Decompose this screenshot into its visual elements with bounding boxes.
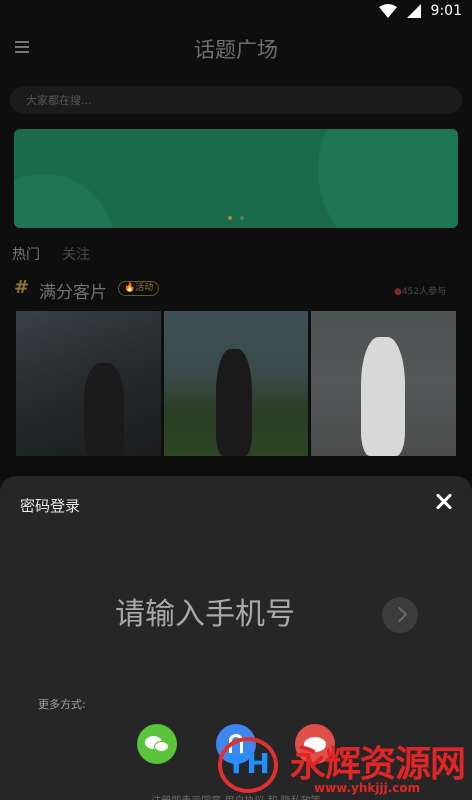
sheet-title: 密码登录 (20, 497, 81, 515)
banner-decoration (318, 129, 458, 228)
banner-carousel[interactable] (14, 129, 458, 228)
close-icon[interactable] (432, 490, 456, 514)
watermark-logo-icon: YH (218, 737, 278, 793)
activity-badge-label: 活动 (135, 283, 154, 293)
watermark-text: 永辉资源网 (290, 744, 466, 785)
photo-subject (84, 363, 124, 456)
participant-count-label: 452人参与 (401, 287, 446, 297)
phone-input[interactable] (60, 594, 350, 634)
status-bar: 9:01 (0, 0, 472, 26)
tab-bar: 热门 关注 (12, 244, 90, 264)
topic-photo[interactable] (16, 311, 161, 456)
page-title: 话题广场 (194, 38, 278, 62)
topic-name: 满分客片 (39, 283, 107, 303)
search-bar[interactable]: 大家都在搜... (10, 86, 462, 114)
topic-photos (16, 311, 457, 456)
status-time: 9:01 (430, 3, 462, 19)
topic-photo[interactable] (163, 311, 309, 456)
watermark: YH 永辉资源网 www.yhkjjj.com (218, 733, 472, 795)
app-bar: 话题广场 (0, 26, 472, 72)
tab-follow[interactable]: 关注 (62, 244, 90, 264)
carousel-dot-active[interactable] (228, 216, 232, 220)
next-button[interactable] (382, 597, 418, 633)
flame-icon: ● (393, 287, 402, 297)
photo-subject (215, 349, 252, 456)
topic-photo[interactable] (311, 311, 457, 456)
photo-subject (361, 337, 406, 456)
signal-icon (406, 4, 421, 18)
wechat-login-icon[interactable] (137, 724, 177, 764)
topic-header[interactable]: # 满分客片 🔥活动 ●452人参与 (14, 277, 458, 303)
dim-overlay (0, 456, 472, 476)
search-placeholder: 大家都在搜... (26, 94, 92, 107)
watermark-logo-text: YH (226, 747, 270, 780)
participant-count: ●452人参与 (394, 284, 446, 297)
hashtag-icon: # (14, 277, 30, 298)
banner-decoration (14, 174, 114, 228)
watermark-url: www.yhkjjj.com (314, 781, 421, 795)
wifi-icon (378, 4, 397, 18)
activity-badge: 🔥活动 (118, 281, 160, 296)
carousel-dot[interactable] (240, 216, 244, 220)
more-options-label: 更多方式: (38, 698, 86, 711)
tab-hot[interactable]: 热门 (12, 244, 40, 264)
